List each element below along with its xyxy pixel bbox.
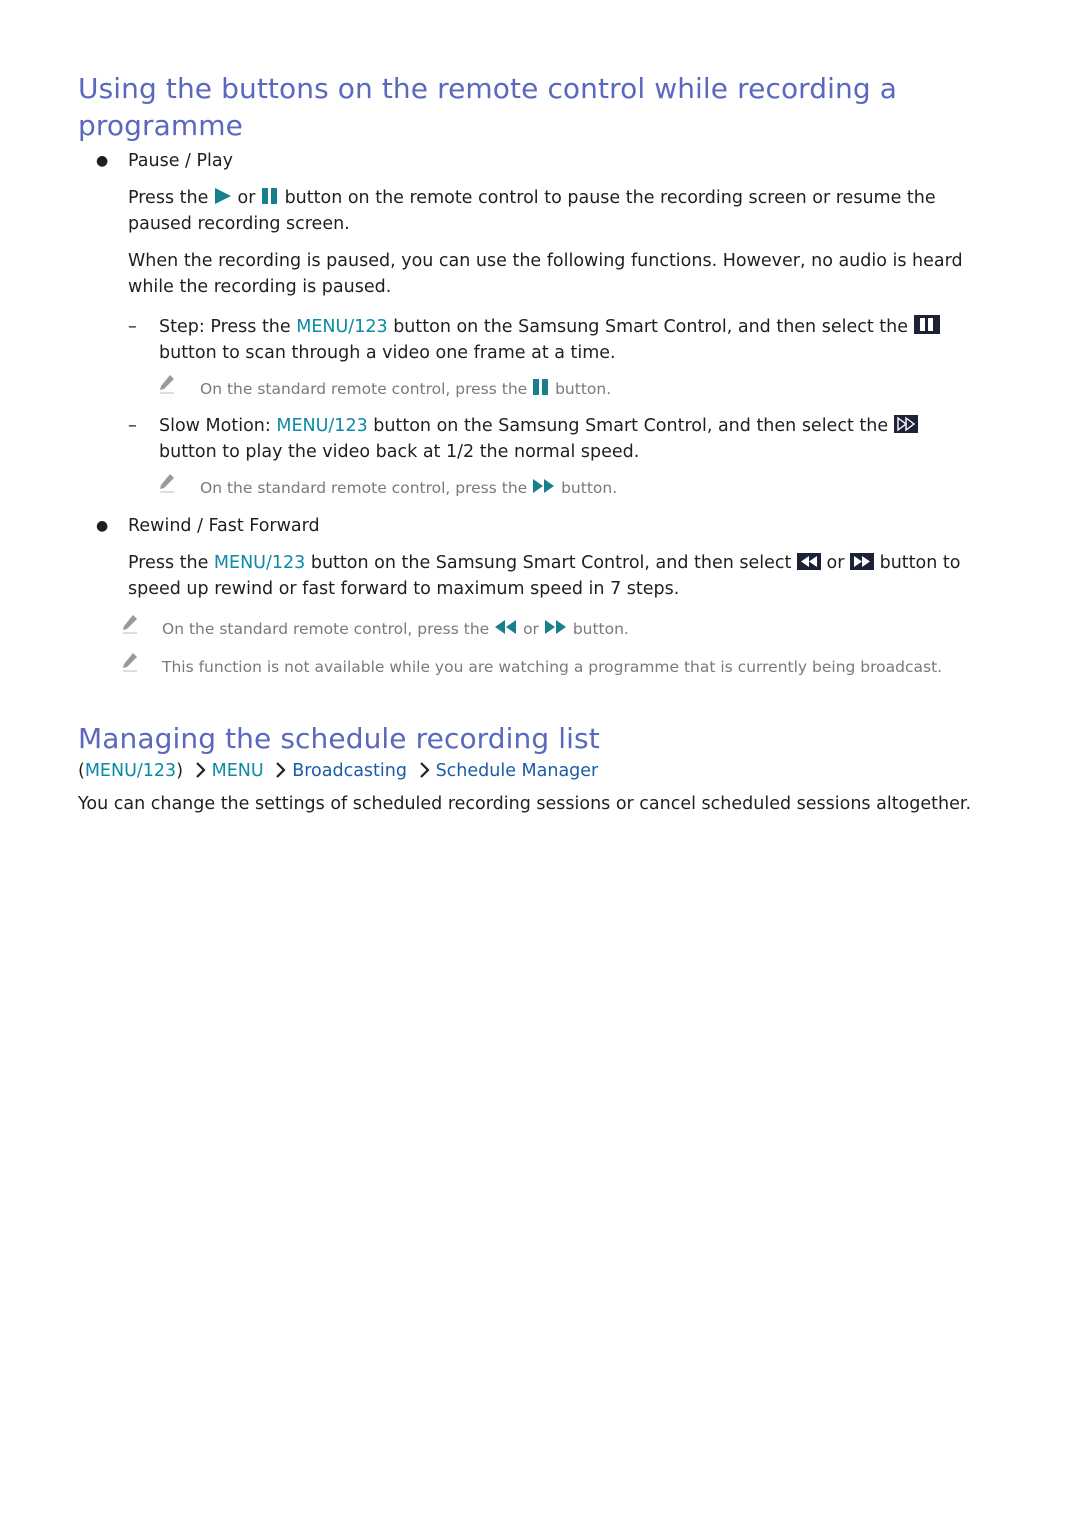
schedule-description: You can change the settings of scheduled… xyxy=(78,794,972,814)
dash-marker: – xyxy=(128,317,137,337)
bullet-dot: ● xyxy=(96,153,109,169)
list-item-step: – Step: Press the MENU/123 button on the… xyxy=(78,315,998,366)
section-title-schedule-list: Managing the schedule recording list xyxy=(78,722,600,755)
bullet-pause-play: ● Pause / Play xyxy=(78,148,998,174)
pause-icon xyxy=(533,379,549,395)
rewind-icon xyxy=(495,620,517,634)
manual-page: Using the buttons on the remote control … xyxy=(78,70,998,817)
note-rewind-ff-standard: On the standard remote control, press th… xyxy=(78,615,998,640)
frame-step-icon xyxy=(913,315,940,334)
bullet-rewind-fast-forward: ● Rewind / Fast Forward xyxy=(78,513,998,539)
note-slow-motion: On the standard remote control, press th… xyxy=(78,474,998,499)
paragraph-rewind-ff: Press the MENU/123 button on the Samsung… xyxy=(128,553,961,599)
rewind-select-icon xyxy=(796,553,821,570)
paragraph-pause-play: Press the or button on the remote contro… xyxy=(128,188,936,234)
note-not-available-broadcast: This function is not available while you… xyxy=(78,653,998,678)
play-icon xyxy=(214,188,231,204)
breadcrumb-menu-123[interactable]: MENU/123 xyxy=(85,761,176,781)
bullet-dot: ● xyxy=(96,518,109,534)
slow-motion-icon xyxy=(893,415,918,433)
fast-forward-icon xyxy=(533,479,555,493)
pause-icon xyxy=(261,188,277,204)
note-pencil-icon xyxy=(123,653,137,672)
chevron-right-icon xyxy=(195,762,206,778)
note-pencil-icon xyxy=(123,615,137,634)
chevron-right-icon xyxy=(419,762,430,778)
menu-123-label: MENU/123 xyxy=(296,317,388,337)
section-title-recording-buttons: Using the buttons on the remote control … xyxy=(78,72,898,142)
menu-123-label: MENU/123 xyxy=(276,416,368,436)
note-pencil-icon xyxy=(160,474,174,493)
breadcrumb-menu[interactable]: MENU xyxy=(212,761,264,781)
fast-forward-select-icon xyxy=(850,553,875,570)
note-step: On the standard remote control, press th… xyxy=(78,375,998,400)
note-pencil-icon xyxy=(160,375,174,394)
breadcrumb-broadcasting[interactable]: Broadcasting xyxy=(292,761,407,781)
breadcrumb-schedule-manager[interactable]: Schedule Manager xyxy=(436,761,599,781)
dash-marker: – xyxy=(128,416,137,436)
paragraph-paused-functions: When the recording is paused, you can us… xyxy=(128,251,963,297)
menu-123-label: MENU/123 xyxy=(213,553,306,573)
fast-forward-icon xyxy=(544,620,566,634)
chevron-right-icon xyxy=(276,762,286,778)
breadcrumb: (MENU/123) MENU Broadcasting Schedule Ma… xyxy=(78,761,599,781)
list-item-slow-motion: – Slow Motion: MENU/123 button on the Sa… xyxy=(78,414,998,465)
